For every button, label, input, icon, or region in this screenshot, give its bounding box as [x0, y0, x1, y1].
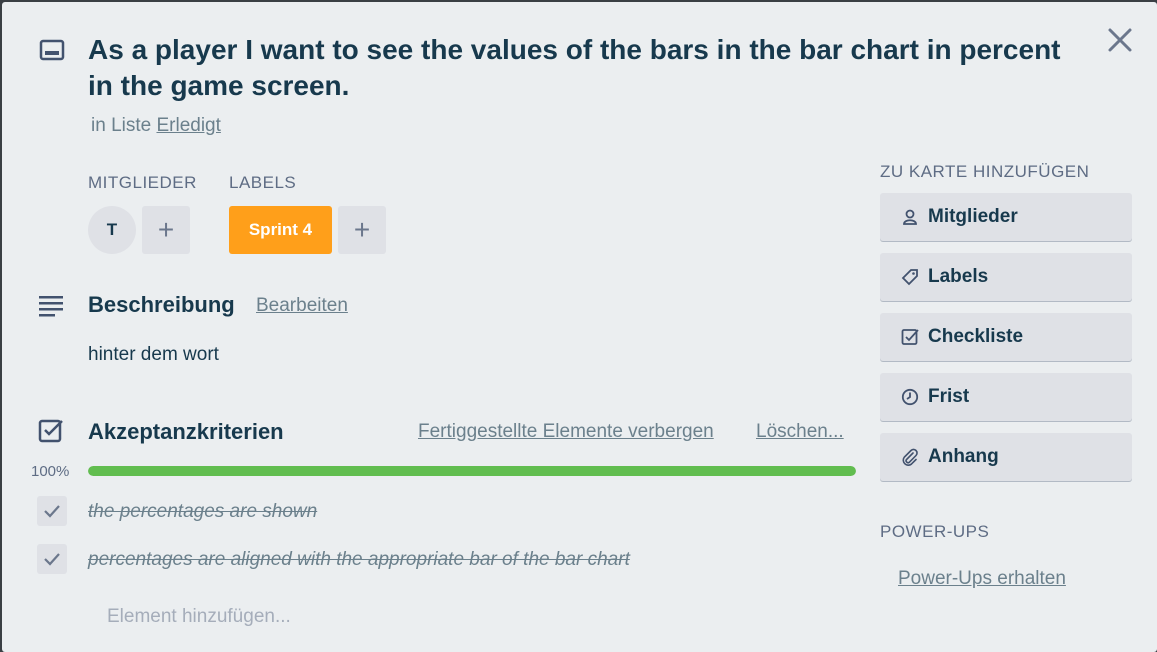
list-info: in Liste Erledigt [91, 115, 221, 137]
checklist-item-checkbox[interactable] [37, 544, 67, 574]
checklist-item[interactable]: percentages are aligned with the appropr… [88, 549, 630, 571]
sidebar-button-label: Anhang [928, 446, 999, 467]
hide-completed-link[interactable]: Fertiggestellte Elemente verbergen [418, 421, 714, 443]
description-heading: Beschreibung [88, 292, 235, 317]
add-label-button[interactable]: + [338, 206, 386, 254]
checklist-item-checkbox[interactable] [37, 496, 67, 526]
close-icon[interactable] [1105, 25, 1135, 55]
sidebar-button-label: Checkliste [928, 326, 1024, 347]
list-link[interactable]: Erledigt [156, 115, 220, 136]
edit-description-link[interactable]: Bearbeiten [256, 295, 348, 317]
checklist-icon [38, 418, 64, 444]
list-prefix: in Liste [91, 115, 152, 136]
labels-heading: LABELS [229, 173, 297, 192]
tag-icon [898, 268, 922, 286]
get-powerups-link[interactable]: Power-Ups erhalten [898, 568, 1066, 590]
sidebar-button-label: Mitglieder [928, 206, 1018, 227]
add-member-button[interactable]: + [142, 206, 190, 254]
sidebar-labels-button[interactable]: Labels [880, 253, 1132, 301]
add-checklist-item[interactable]: Element hinzufügen... [107, 606, 291, 628]
avatar[interactable]: T [88, 206, 136, 254]
sidebar-attachment-button[interactable]: Anhang [880, 433, 1132, 481]
delete-checklist-link[interactable]: Löschen... [756, 421, 844, 443]
card-icon [39, 39, 65, 63]
members-heading: MITGLIEDER [88, 173, 197, 192]
sidebar-due-date-button[interactable]: Frist [880, 373, 1132, 421]
check-icon [44, 553, 60, 566]
person-icon [898, 208, 922, 226]
sidebar-checklist-button[interactable]: Checkliste [880, 313, 1132, 361]
checklist-icon [898, 328, 922, 346]
paperclip-icon [898, 448, 922, 466]
card-detail-dialog: As a player I want to see the values of … [2, 2, 1157, 652]
checklist-item[interactable]: the percentages are shown [88, 501, 317, 523]
powerups-heading: POWER-UPS [880, 522, 990, 541]
label-sprint[interactable]: Sprint 4 [229, 206, 332, 254]
checklist-title[interactable]: Akzeptanzkriterien [88, 419, 284, 445]
add-to-card-heading: ZU KARTE HINZUFÜGEN [880, 162, 1090, 181]
progress-fill [88, 466, 856, 476]
progress-bar [88, 466, 856, 476]
description-text[interactable]: hinter dem wort [88, 344, 219, 366]
sidebar-button-label: Labels [928, 266, 989, 287]
progress-percent: 100% [31, 463, 70, 480]
check-icon [44, 505, 60, 518]
card-title[interactable]: As a player I want to see the values of … [88, 32, 1068, 104]
sidebar-members-button[interactable]: Mitglieder [880, 193, 1132, 241]
description-lines-icon [38, 294, 64, 318]
clock-icon [898, 388, 922, 406]
sidebar-button-label: Frist [928, 386, 970, 407]
